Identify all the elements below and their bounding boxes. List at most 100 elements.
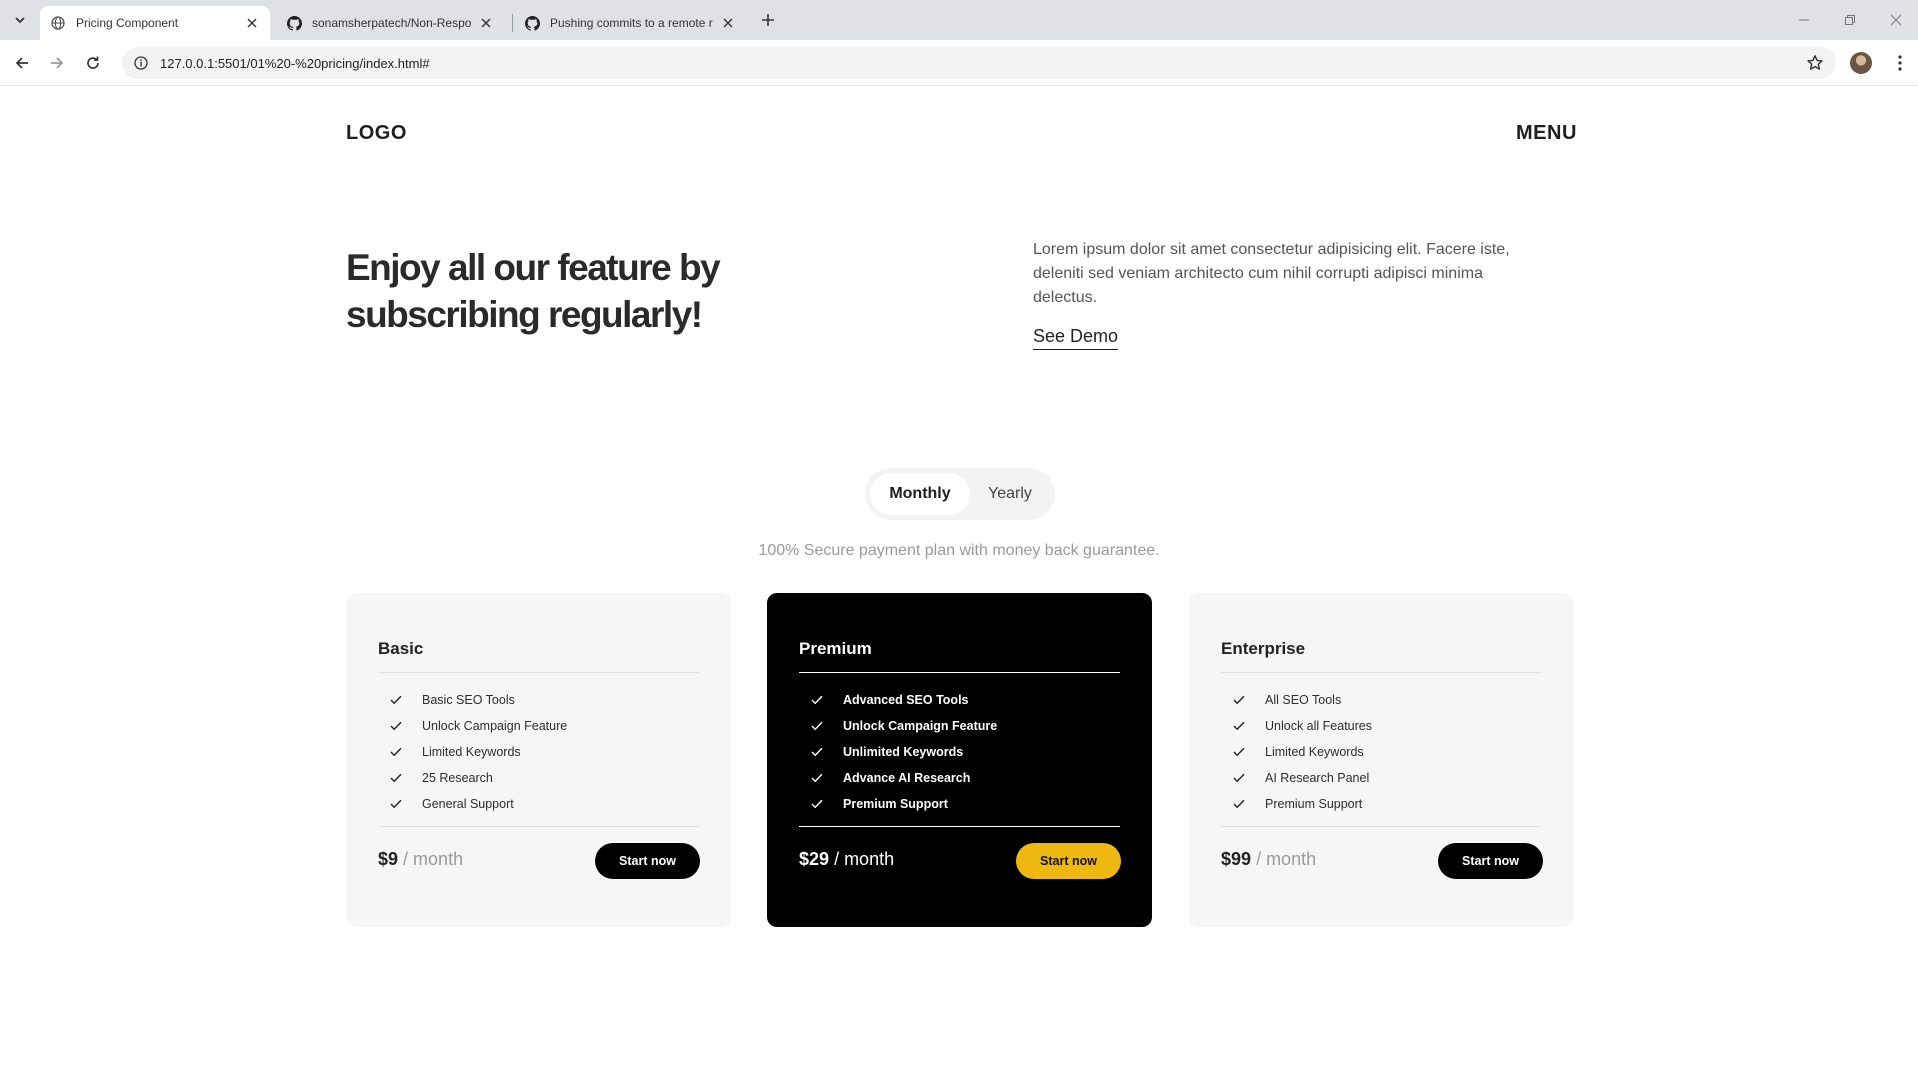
feature-item: Advance AI Research [799, 765, 997, 791]
feature-item: 25 Research [378, 765, 567, 791]
divider [799, 672, 1120, 673]
plan-price: $29 / month [799, 849, 894, 870]
check-icon [1231, 692, 1247, 708]
plan-name: Basic [378, 639, 424, 658]
more-menu-icon[interactable] [1888, 51, 1912, 75]
feature-label: 25 Research [422, 771, 493, 785]
tab-github-repo[interactable]: sonamsherpatech/Non-Respon [276, 6, 504, 40]
feature-label: Limited Keywords [1265, 745, 1364, 759]
plan-card-basic: Basic Basic SEO Tools Unlock Campaign Fe… [346, 593, 731, 927]
tab-title: sonamsherpatech/Non-Respon [312, 16, 472, 30]
new-tab-icon[interactable] [756, 8, 780, 32]
tab-pricing-component[interactable]: Pricing Component [40, 6, 270, 40]
feature-item: Limited Keywords [1221, 739, 1372, 765]
feature-label: Advance AI Research [843, 771, 971, 785]
price-amount: $99 [1221, 849, 1252, 869]
minimize-icon[interactable] [1792, 8, 1816, 32]
tab-title: Pricing Component [76, 16, 179, 30]
feature-item: Unlock Campaign Feature [799, 713, 997, 739]
check-icon [1231, 718, 1247, 734]
check-icon [388, 718, 404, 734]
price-amount: $29 [799, 849, 830, 869]
feature-item: Limited Keywords [378, 739, 567, 765]
check-icon [1231, 744, 1247, 760]
billing-toggle: Monthly Yearly [865, 468, 1055, 520]
globe-icon [50, 15, 66, 31]
feature-label: Advanced SEO Tools [843, 693, 969, 707]
check-icon [388, 744, 404, 760]
feature-label: Unlock Campaign Feature [422, 719, 568, 733]
plan-card-enterprise: Enterprise All SEO Tools Unlock all Feat… [1189, 593, 1574, 927]
check-icon [809, 770, 825, 786]
feature-item: Unlimited Keywords [799, 739, 997, 765]
feature-item: Advanced SEO Tools [799, 687, 997, 713]
check-icon [809, 744, 825, 760]
browser-tab-bar: Pricing Component sonamsherpatech/Non-Re… [0, 0, 1918, 40]
plan-price: $9 / month [378, 849, 463, 870]
close-icon[interactable] [244, 15, 260, 31]
hero-description: Lorem ipsum dolor sit amet consectetur a… [1033, 241, 1510, 306]
close-icon[interactable] [720, 15, 736, 31]
check-icon [388, 796, 404, 812]
github-icon [286, 15, 302, 31]
github-icon [524, 15, 540, 31]
feature-item: All SEO Tools [1221, 687, 1372, 713]
plan-price: $99 / month [1221, 849, 1316, 870]
close-icon[interactable] [478, 15, 494, 31]
divider [799, 826, 1120, 827]
profile-avatar[interactable] [1850, 52, 1872, 74]
toggle-monthly[interactable]: Monthly [870, 473, 970, 515]
divider [1221, 826, 1542, 827]
address-bar: 127.0.0.1:5501/01%20-%20pricing/index.ht… [0, 40, 1918, 86]
price-period: / month [834, 849, 895, 869]
toggle-yearly[interactable]: Yearly [970, 473, 1050, 515]
feature-label: Premium Support [1265, 797, 1363, 811]
feature-label: Unlock Campaign Feature [843, 719, 998, 733]
feature-item: Unlock all Features [1221, 713, 1372, 739]
feature-item: Basic SEO Tools [378, 687, 567, 713]
price-amount: $9 [378, 849, 399, 869]
tab-title: Pushing commits to a remote r [550, 16, 713, 30]
check-icon [388, 770, 404, 786]
divider [378, 672, 699, 673]
feature-item: General Support [378, 791, 567, 817]
reload-icon[interactable] [81, 51, 105, 75]
bookmark-star-icon[interactable] [1806, 54, 1824, 72]
feature-item: AI Research Panel [1221, 765, 1372, 791]
site-info-icon[interactable] [132, 54, 150, 72]
check-icon [809, 718, 825, 734]
feature-list: Advanced SEO Tools Unlock Campaign Featu… [799, 687, 997, 817]
url-text: 127.0.0.1:5501/01%20-%20pricing/index.ht… [160, 55, 430, 71]
feature-item: Unlock Campaign Feature [378, 713, 567, 739]
guarantee-text: 100% Secure payment plan with money back… [758, 542, 1160, 559]
feature-label: Basic SEO Tools [422, 693, 515, 707]
check-icon [809, 796, 825, 812]
logo[interactable]: LOGO [346, 122, 407, 145]
back-icon[interactable] [10, 51, 34, 75]
feature-list: Basic SEO Tools Unlock Campaign Feature … [378, 687, 567, 817]
price-period: / month [1256, 849, 1317, 869]
feature-label: Limited Keywords [422, 745, 521, 759]
url-field[interactable]: 127.0.0.1:5501/01%20-%20pricing/index.ht… [122, 47, 1836, 79]
feature-label: AI Research Panel [1265, 771, 1370, 785]
tab-search-icon[interactable] [8, 8, 32, 32]
close-window-icon[interactable] [1884, 8, 1908, 32]
feature-item: Premium Support [799, 791, 997, 817]
start-now-button[interactable]: Start now [595, 843, 700, 879]
restore-icon[interactable] [1838, 8, 1862, 32]
feature-label: All SEO Tools [1265, 693, 1342, 707]
start-now-button[interactable]: Start now [1438, 843, 1543, 879]
plan-name: Enterprise [1221, 639, 1306, 658]
check-icon [1231, 796, 1247, 812]
forward-icon[interactable] [45, 51, 69, 75]
tab-github-docs[interactable]: Pushing commits to a remote r [514, 6, 746, 40]
see-demo-link[interactable]: See Demo [1033, 326, 1119, 350]
feature-list: All SEO Tools Unlock all Features Limite… [1221, 687, 1372, 817]
check-icon [388, 692, 404, 708]
menu-button[interactable]: MENU [1516, 122, 1577, 145]
check-icon [809, 692, 825, 708]
check-icon [1231, 770, 1247, 786]
feature-label: Premium Support [843, 797, 948, 811]
feature-item: Premium Support [1221, 791, 1372, 817]
start-now-button[interactable]: Start now [1016, 843, 1121, 879]
